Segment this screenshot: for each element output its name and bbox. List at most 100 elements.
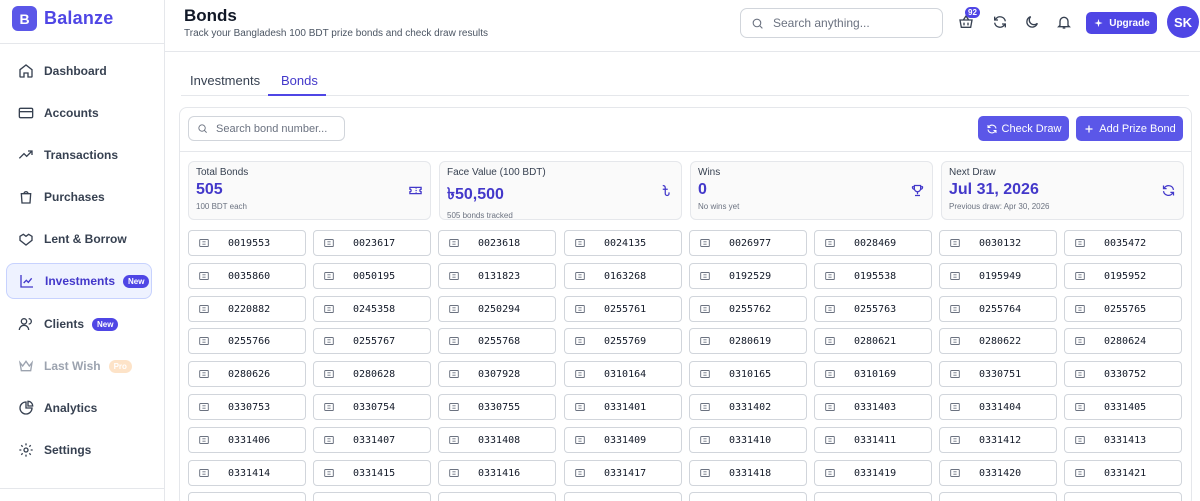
bond-cell[interactable]: 0255762 — [689, 296, 807, 322]
bond-cell[interactable] — [188, 492, 306, 501]
bond-cell[interactable]: 0310169 — [814, 361, 932, 387]
bell-icon[interactable] — [1056, 14, 1072, 30]
bond-cell[interactable]: 0331409 — [564, 427, 682, 453]
bond-cell[interactable]: 0131823 — [438, 263, 556, 289]
bond-cell[interactable]: 0280621 — [814, 328, 932, 354]
refresh-icon[interactable] — [992, 14, 1008, 30]
sidebar-item-dashboard[interactable]: Dashboard — [6, 53, 152, 89]
sidebar-item-settings[interactable]: Settings — [6, 432, 152, 468]
bond-cell[interactable]: 0331403 — [814, 394, 932, 420]
bond-cell[interactable]: 0255767 — [313, 328, 431, 354]
bond-cell[interactable]: 0255764 — [939, 296, 1057, 322]
bond-cell[interactable] — [1064, 492, 1182, 501]
bond-cell[interactable]: 0030132 — [939, 230, 1057, 256]
bond-number: 0330754 — [353, 401, 396, 413]
bond-cell[interactable]: 0331415 — [313, 460, 431, 486]
sidebar-item-investments[interactable]: Investments New — [6, 263, 152, 299]
bond-cell[interactable] — [313, 492, 431, 501]
bond-cell[interactable]: 0192529 — [689, 263, 807, 289]
sidebar-item-accounts[interactable]: Accounts — [6, 95, 152, 131]
bond-cell[interactable]: 0331412 — [939, 427, 1057, 453]
tab-investments[interactable]: Investments — [190, 73, 260, 88]
sidebar-item-lent-borrow[interactable]: Lent & Borrow — [6, 221, 152, 257]
avatar[interactable]: SK — [1167, 6, 1199, 38]
bond-cell[interactable]: 0023618 — [438, 230, 556, 256]
bond-cell[interactable]: 0035860 — [188, 263, 306, 289]
bond-cell[interactable]: 0331411 — [814, 427, 932, 453]
bond-cell[interactable]: 0280624 — [1064, 328, 1182, 354]
bond-cell[interactable]: 0163268 — [564, 263, 682, 289]
bond-cell[interactable]: 0310164 — [564, 361, 682, 387]
bond-cell[interactable]: 0220882 — [188, 296, 306, 322]
upgrade-button[interactable]: Upgrade — [1086, 12, 1157, 34]
bond-cell[interactable]: 0019553 — [188, 230, 306, 256]
search-input[interactable] — [773, 16, 933, 30]
bond-cell[interactable]: 0331420 — [939, 460, 1057, 486]
bond-cell[interactable]: 0331405 — [1064, 394, 1182, 420]
bond-cell[interactable]: 0035472 — [1064, 230, 1182, 256]
bond-cell[interactable]: 0245358 — [313, 296, 431, 322]
bond-cell[interactable]: 0331413 — [1064, 427, 1182, 453]
sidebar-item-transactions[interactable]: Transactions — [6, 137, 152, 173]
bond-search[interactable] — [188, 116, 345, 141]
bond-cell[interactable]: 0310165 — [689, 361, 807, 387]
bond-number: 0280624 — [1104, 335, 1147, 347]
bond-cell[interactable]: 0331401 — [564, 394, 682, 420]
bond-cell[interactable]: 0255768 — [438, 328, 556, 354]
bond-cell[interactable]: 0331417 — [564, 460, 682, 486]
bond-cell[interactable]: 0331402 — [689, 394, 807, 420]
bond-cell[interactable]: 0330754 — [313, 394, 431, 420]
bond-cell[interactable] — [814, 492, 932, 501]
bond-cell[interactable]: 0331414 — [188, 460, 306, 486]
bond-cell[interactable]: 0330752 — [1064, 361, 1182, 387]
bond-cell[interactable]: 0255763 — [814, 296, 932, 322]
bond-cell[interactable] — [939, 492, 1057, 501]
bond-cell[interactable]: 0280622 — [939, 328, 1057, 354]
bond-cell[interactable]: 0307928 — [438, 361, 556, 387]
bond-cell[interactable]: 0330753 — [188, 394, 306, 420]
global-search[interactable] — [740, 8, 943, 38]
sidebar-item-last-wish[interactable]: Last Wish Pro — [6, 348, 152, 384]
bond-cell[interactable] — [438, 492, 556, 501]
bond-cell[interactable]: 0024135 — [564, 230, 682, 256]
sidebar-item-purchases[interactable]: Purchases — [6, 179, 152, 215]
bond-cell[interactable]: 0331407 — [313, 427, 431, 453]
bond-cell[interactable]: 0255766 — [188, 328, 306, 354]
bond-cell[interactable]: 0280626 — [188, 361, 306, 387]
bond-cell[interactable] — [564, 492, 682, 501]
bond-cell[interactable]: 0331404 — [939, 394, 1057, 420]
bond-cell[interactable] — [689, 492, 807, 501]
bond-cell[interactable]: 0255769 — [564, 328, 682, 354]
bond-cell[interactable]: 0255761 — [564, 296, 682, 322]
bond-cell[interactable]: 0331421 — [1064, 460, 1182, 486]
bond-cell[interactable]: 0195952 — [1064, 263, 1182, 289]
tab-bonds[interactable]: Bonds — [281, 73, 318, 88]
bond-cell[interactable]: 0331416 — [438, 460, 556, 486]
top-header: Bonds Track your Bangladesh 100 BDT priz… — [165, 0, 1200, 52]
bond-cell[interactable]: 0050195 — [313, 263, 431, 289]
bond-cell[interactable]: 0331419 — [814, 460, 932, 486]
bond-cell[interactable]: 0280619 — [689, 328, 807, 354]
bond-cell[interactable]: 0255765 — [1064, 296, 1182, 322]
bond-cell[interactable]: 0331410 — [689, 427, 807, 453]
bond-cell[interactable]: 0195538 — [814, 263, 932, 289]
moon-icon[interactable] — [1024, 14, 1040, 30]
bond-cell[interactable]: 0026977 — [689, 230, 807, 256]
bond-cell[interactable]: 0250294 — [438, 296, 556, 322]
check-draw-button[interactable]: Check Draw — [978, 116, 1069, 141]
brand[interactable]: B Balanze — [12, 6, 113, 31]
add-prize-bond-button[interactable]: Add Prize Bond — [1076, 116, 1183, 141]
bond-cell[interactable]: 0331408 — [438, 427, 556, 453]
bond-cell[interactable]: 0280628 — [313, 361, 431, 387]
bond-cell[interactable]: 0331418 — [689, 460, 807, 486]
bond-cell[interactable]: 0331406 — [188, 427, 306, 453]
bond-cell[interactable]: 0330755 — [438, 394, 556, 420]
bond-cell[interactable]: 0028469 — [814, 230, 932, 256]
bond-cell[interactable]: 0330751 — [939, 361, 1057, 387]
sidebar-item-clients[interactable]: Clients New — [6, 306, 152, 342]
bond-search-input[interactable] — [216, 122, 341, 135]
bond-cell[interactable]: 0195949 — [939, 263, 1057, 289]
refresh-icon[interactable] — [1161, 183, 1176, 198]
bond-cell[interactable]: 0023617 — [313, 230, 431, 256]
sidebar-item-analytics[interactable]: Analytics — [6, 390, 152, 426]
